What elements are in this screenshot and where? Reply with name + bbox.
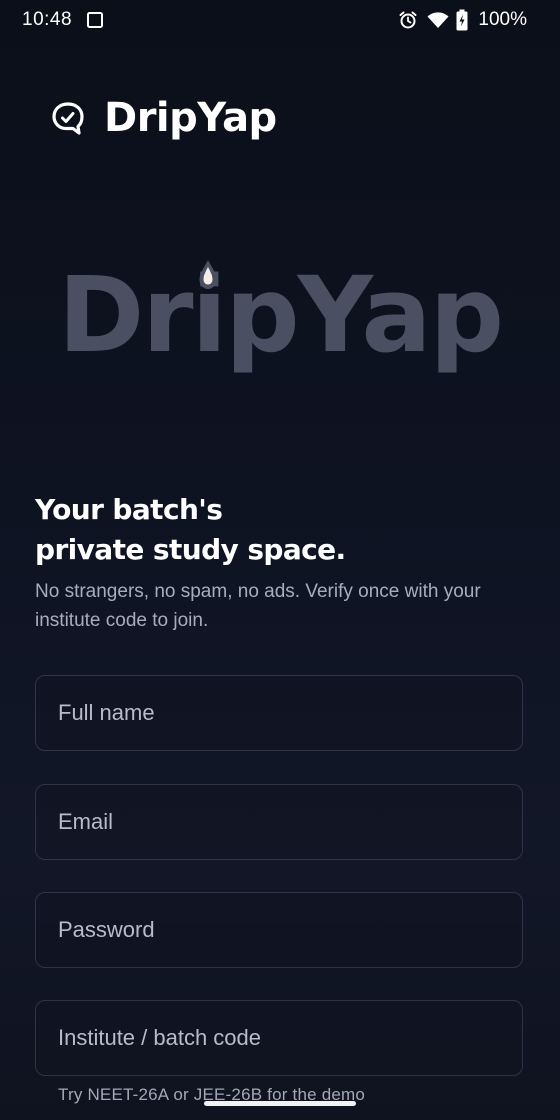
batch-code-field[interactable] xyxy=(35,1000,523,1076)
alarm-icon xyxy=(399,11,417,29)
chat-bubble-logo-icon xyxy=(52,102,84,135)
status-bar: 10:48 100% xyxy=(0,0,560,40)
hero-wordmark: DripYap xyxy=(0,250,560,390)
full-name-field[interactable] xyxy=(35,675,523,751)
headline-line-2: private study space. xyxy=(35,533,346,566)
battery-percentage: 100% xyxy=(478,9,527,30)
gesture-nav-handle[interactable] xyxy=(204,1101,356,1106)
battery-charging-icon xyxy=(456,9,468,31)
page-headline: Your batch's private study space. xyxy=(35,490,525,570)
droplet-icon xyxy=(199,260,217,289)
batch-code-input[interactable] xyxy=(36,1001,522,1075)
headline-line-1: Your batch's xyxy=(35,493,223,526)
email-input[interactable] xyxy=(36,785,522,859)
page-subtext: No strangers, no spam, no ads. Verify on… xyxy=(35,581,481,631)
screenshot-icon xyxy=(87,12,103,28)
app-title: DripYap xyxy=(104,95,277,141)
wifi-icon xyxy=(427,12,449,28)
full-name-input[interactable] xyxy=(36,676,522,750)
hero-wordmark-text: DripYap xyxy=(57,254,504,376)
password-input[interactable] xyxy=(36,893,522,967)
brand-header: DripYap xyxy=(50,90,277,146)
status-time: 10:48 xyxy=(22,9,73,30)
email-field[interactable] xyxy=(35,784,523,860)
password-field[interactable] xyxy=(35,892,523,968)
